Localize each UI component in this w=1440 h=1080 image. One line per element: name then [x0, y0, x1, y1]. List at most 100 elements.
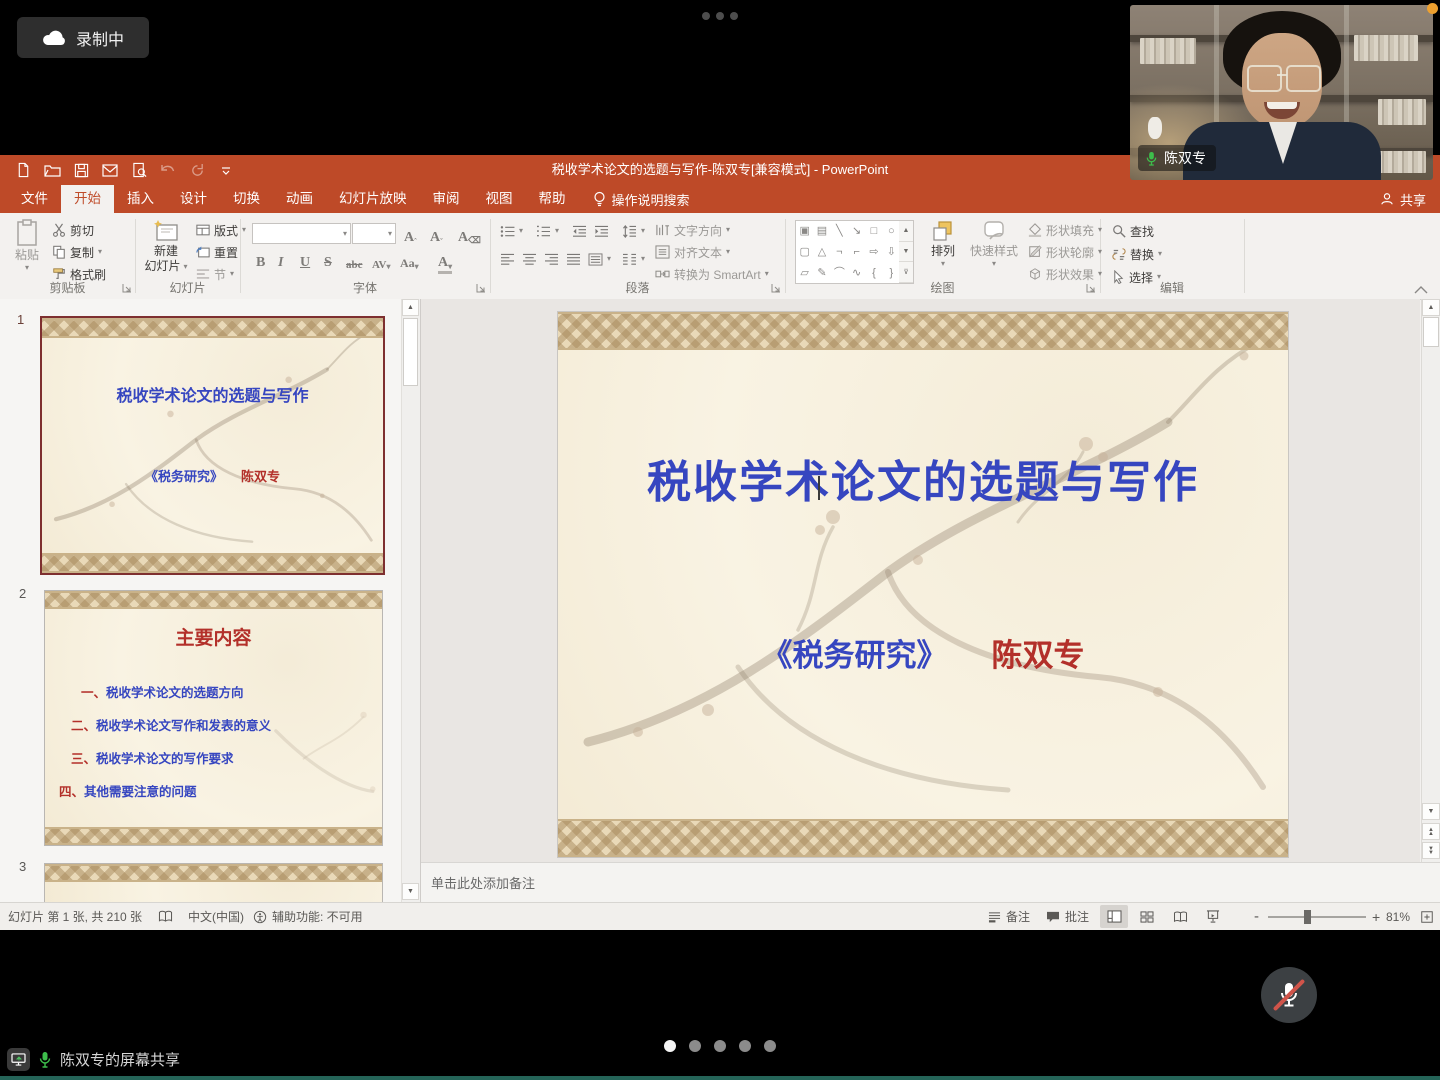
tab-view[interactable]: 视图: [473, 185, 526, 213]
tab-file[interactable]: 文件: [8, 185, 61, 213]
align-right-button[interactable]: [544, 249, 559, 269]
paste-button[interactable]: 粘贴▾: [8, 219, 46, 272]
zoom-out-button[interactable]: -: [1254, 903, 1259, 930]
zoom-slider[interactable]: [1268, 903, 1366, 930]
quick-styles-button[interactable]: 快速样式▾: [966, 219, 1022, 268]
scrollbar-thumb[interactable]: [403, 318, 418, 386]
numbering-button[interactable]: ▾: [536, 221, 559, 241]
notes-toggle[interactable]: 备注: [988, 903, 1030, 930]
carousel-dot[interactable]: [739, 1040, 751, 1052]
cut-button[interactable]: 剪切: [52, 220, 94, 240]
tab-slideshow[interactable]: 幻灯片放映: [326, 185, 420, 213]
participant-video-tile[interactable]: 陈双专: [1130, 5, 1433, 180]
comments-toggle[interactable]: 批注: [1046, 903, 1089, 930]
replace-button[interactable]: 替换▾: [1112, 244, 1162, 264]
carousel-dot[interactable]: [664, 1040, 676, 1052]
paragraph-dialog-launcher[interactable]: [771, 283, 781, 293]
change-case-button[interactable]: Aa▾: [400, 249, 419, 271]
tab-design[interactable]: 设计: [167, 185, 220, 213]
carousel-dot[interactable]: [689, 1040, 701, 1052]
new-slide-button[interactable]: 新建 幻灯片▾: [140, 219, 192, 273]
slide-sorter-view-button[interactable]: [1133, 905, 1161, 928]
scroll-down-button[interactable]: ▼: [402, 883, 419, 900]
font-color-button[interactable]: A▾: [438, 249, 452, 274]
zoom-level[interactable]: 81%: [1386, 903, 1410, 930]
increase-indent-button[interactable]: [594, 221, 609, 241]
thumbnail-scrollbar[interactable]: ▲ ▼: [401, 299, 420, 902]
next-slide-button[interactable]: ▼▼: [1422, 842, 1440, 859]
accessibility-indicator[interactable]: 辅助功能: 不可用: [253, 903, 363, 930]
shapes-gallery-scroll[interactable]: ▲▼⊽: [899, 220, 914, 284]
scroll-up-button[interactable]: ▲: [1422, 299, 1440, 316]
bold-button[interactable]: B: [256, 249, 265, 271]
previous-slide-button[interactable]: ▲▲: [1422, 823, 1440, 840]
video-carousel-dots[interactable]: [0, 1040, 1440, 1052]
slide-canvas[interactable]: 税收学术论文的选题与写作 《税务研究》 陈双专: [558, 312, 1288, 857]
tab-insert[interactable]: 插入: [114, 185, 167, 213]
person-icon: [1380, 192, 1394, 206]
spellcheck-button[interactable]: [158, 903, 173, 930]
zoom-in-button[interactable]: +: [1372, 903, 1380, 930]
layout-button[interactable]: 版式▾: [196, 220, 246, 240]
align-text-button[interactable]: 对齐文本▾: [655, 242, 730, 262]
shape-outline-button[interactable]: 形状轮廓▾: [1028, 242, 1102, 262]
grow-font-button[interactable]: Aˆ: [404, 224, 417, 246]
underline-button[interactable]: U: [300, 249, 310, 271]
slide-thumbnail-1[interactable]: 税收学术论文的选题与写作 《税务研究》 陈双专: [40, 316, 385, 575]
tab-review[interactable]: 审阅: [420, 185, 473, 213]
italic-button[interactable]: I: [278, 249, 283, 271]
drawing-dialog-launcher[interactable]: [1086, 283, 1096, 293]
carousel-dot[interactable]: [714, 1040, 726, 1052]
font-size-combo[interactable]: ▾: [352, 223, 396, 244]
recording-badge[interactable]: 录制中: [17, 17, 149, 58]
tell-me-search[interactable]: 操作说明搜索: [593, 185, 690, 213]
line-spacing-button[interactable]: ▾: [622, 221, 645, 241]
fit-to-window-button[interactable]: [1420, 903, 1434, 930]
thumb2-item: 一、税收学术论文的选题方向: [81, 677, 271, 710]
scroll-up-button[interactable]: ▲: [402, 299, 419, 316]
font-dialog-launcher[interactable]: [476, 283, 486, 293]
microphone-mute-button[interactable]: [1261, 967, 1317, 1023]
align-left-button[interactable]: [500, 249, 515, 269]
strikethrough-button[interactable]: S: [324, 249, 332, 271]
columns-button[interactable]: ▾: [622, 249, 645, 269]
text-direction-button[interactable]: 文字方向▾: [655, 220, 730, 240]
decrease-indent-button[interactable]: [572, 221, 587, 241]
slide-thumbnail-2[interactable]: 主要内容 一、税收学术论文的选题方向 二、税收学术论文写作和发表的意义 三、税收…: [44, 590, 383, 846]
tab-home[interactable]: 开始: [61, 185, 114, 213]
strikethrough-abc-button[interactable]: abc: [346, 249, 363, 271]
justify-button[interactable]: [566, 249, 581, 269]
scrollbar-thumb[interactable]: [1423, 317, 1439, 347]
character-spacing-button[interactable]: AV▾: [372, 249, 391, 271]
slide-thumbnail-3[interactable]: [44, 863, 383, 902]
shape-fill-button[interactable]: 形状填充▾: [1028, 220, 1102, 240]
shrink-font-button[interactable]: Aˇ: [430, 224, 443, 246]
scroll-down-button[interactable]: ▼: [1422, 803, 1440, 820]
distribute-button[interactable]: ▾: [588, 249, 611, 269]
slideshow-view-button[interactable]: [1199, 905, 1227, 928]
find-button[interactable]: 查找: [1112, 221, 1154, 241]
share-button[interactable]: 共享: [1380, 185, 1426, 213]
reset-button[interactable]: 重置: [196, 242, 238, 262]
clipboard-dialog-launcher[interactable]: [122, 283, 132, 293]
tab-transitions[interactable]: 切换: [220, 185, 273, 213]
meeting-controls-handle[interactable]: [702, 12, 738, 20]
shapes-gallery[interactable]: ▣▤╲↘□○ ▢△¬⌐⇨⇩ ▱✎⌒∿{}: [795, 220, 901, 284]
bullets-button[interactable]: ▾: [500, 221, 523, 241]
copy-button[interactable]: 复制▾: [52, 242, 102, 262]
slide-position[interactable]: 幻灯片 第 1 张, 共 210 张: [8, 903, 142, 930]
editor-scrollbar[interactable]: ▲ ▼ ▲▲ ▼▼: [1421, 299, 1440, 862]
collapse-ribbon-icon[interactable]: [1414, 286, 1428, 294]
align-center-button[interactable]: [522, 249, 537, 269]
normal-view-button[interactable]: [1100, 905, 1128, 928]
notes-pane[interactable]: 单击此处添加备注: [421, 862, 1440, 902]
zoom-slider-thumb[interactable]: [1304, 910, 1311, 924]
clear-formatting-button[interactable]: A⌫: [458, 224, 481, 246]
carousel-dot[interactable]: [764, 1040, 776, 1052]
font-name-combo[interactable]: ▾: [252, 223, 351, 244]
tab-animations[interactable]: 动画: [273, 185, 326, 213]
arrange-button[interactable]: 排列▾: [922, 219, 964, 268]
tab-help[interactable]: 帮助: [526, 185, 579, 213]
language-indicator[interactable]: 中文(中国): [188, 903, 244, 930]
reading-view-button[interactable]: [1166, 905, 1194, 928]
